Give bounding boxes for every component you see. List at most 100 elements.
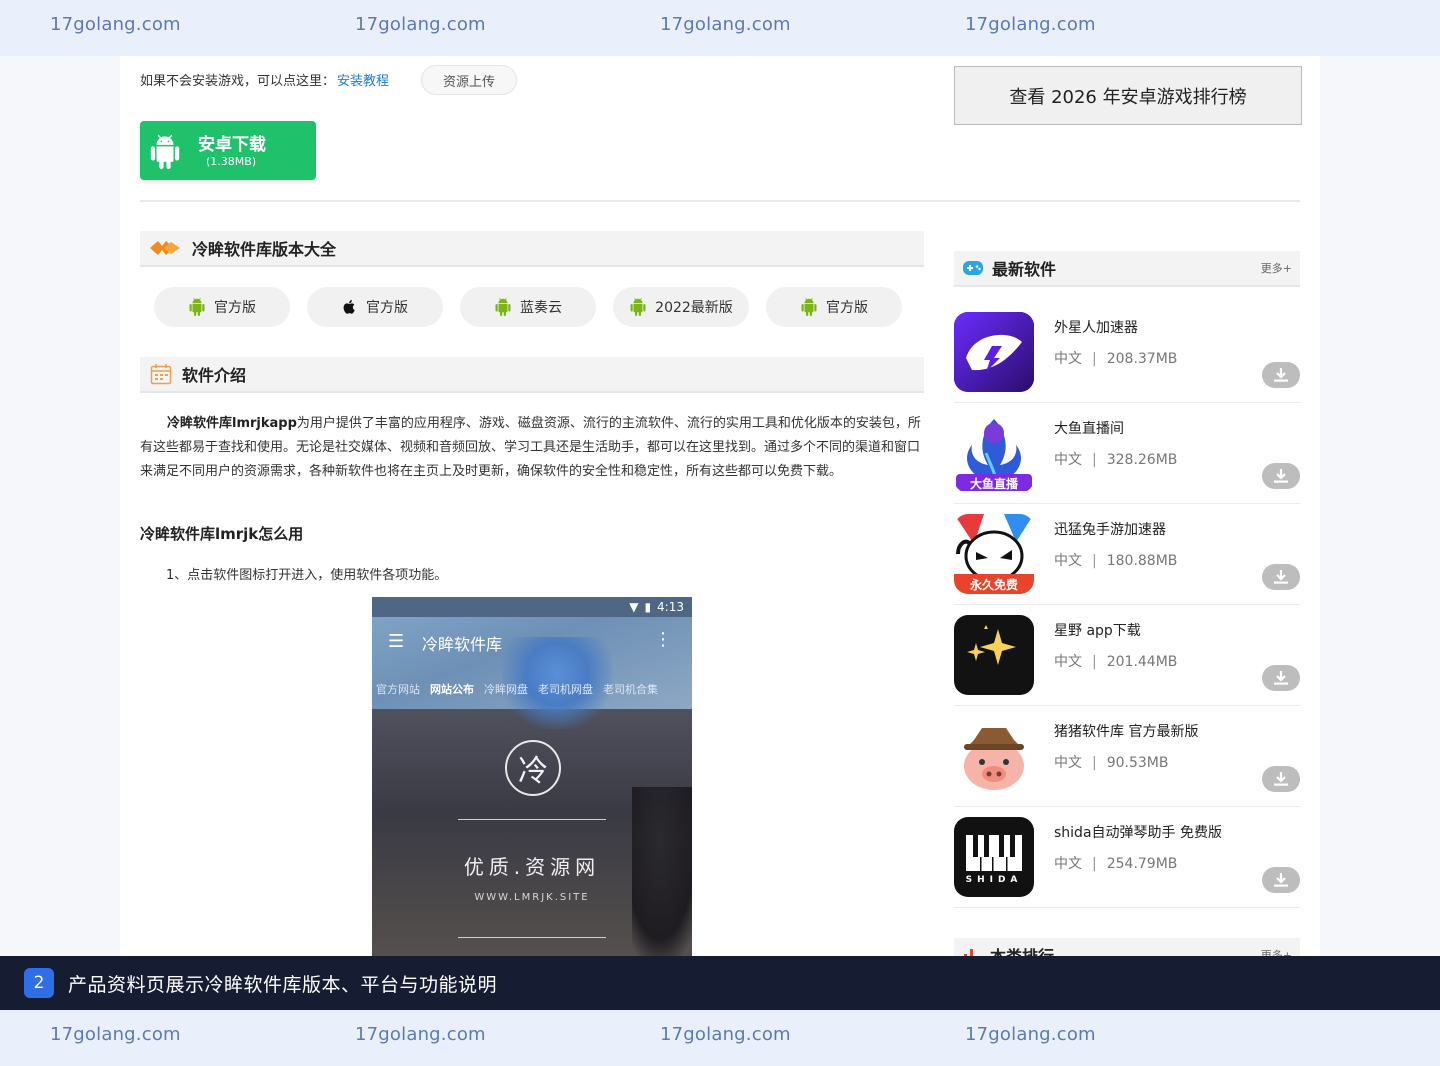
list-item[interactable]: 大鱼直播 大鱼直播间 中文 | 328.26MB bbox=[954, 403, 1300, 504]
android-icon bbox=[148, 135, 182, 173]
download-label: 安卓下载 bbox=[198, 135, 266, 155]
app-icon bbox=[954, 615, 1034, 695]
versions-icon bbox=[148, 238, 182, 258]
watermark-text: 17golang.com bbox=[965, 14, 1096, 35]
download-icon[interactable] bbox=[1262, 564, 1300, 590]
version-label: 官方版 bbox=[826, 300, 868, 316]
download-icon[interactable] bbox=[1262, 463, 1300, 489]
intro-bold-name: 冷眸软件库lmrjkapp bbox=[167, 416, 297, 431]
screenshot-tab: 老司机网盘 bbox=[538, 683, 593, 696]
versions-list: 官方版 官方版 蓝奏云 2022最新版 官方版 bbox=[154, 287, 902, 327]
screenshot-tab: 冷眸网盘 bbox=[484, 683, 528, 696]
gamepad-icon bbox=[962, 259, 984, 277]
app-size: 201.44MB bbox=[1106, 654, 1178, 670]
bar-chart-icon bbox=[962, 946, 982, 956]
version-pill[interactable]: 官方版 bbox=[154, 287, 290, 327]
version-pill[interactable]: 蓝奏云 bbox=[460, 287, 596, 327]
app-lang: 中文 bbox=[1054, 856, 1082, 872]
latest-section-header: 最新软件 更多+ bbox=[954, 251, 1300, 287]
app-lang: 中文 bbox=[1054, 452, 1082, 468]
version-label: 官方版 bbox=[214, 300, 256, 316]
resource-upload-button[interactable]: 资源上传 bbox=[421, 65, 517, 95]
download-icon[interactable] bbox=[1262, 867, 1300, 893]
android-icon bbox=[629, 298, 647, 316]
app-size: 254.79MB bbox=[1106, 856, 1178, 872]
app-icon bbox=[954, 312, 1034, 392]
app-icon: 永久免费 bbox=[954, 514, 1034, 594]
screenshot-seal: 冷 bbox=[505, 740, 561, 796]
divider bbox=[140, 200, 1300, 202]
app-name: 猪猪软件库 官方最新版 bbox=[1054, 724, 1199, 740]
watermark-text: 17golang.com bbox=[965, 1024, 1096, 1045]
screenshot-figure bbox=[632, 787, 692, 956]
version-pill[interactable]: 官方版 bbox=[766, 287, 902, 327]
screenshot-app-name: 冷眸软件库 bbox=[422, 635, 503, 654]
install-hint: 如果不会安装游戏，可以点这里： 安装教程 bbox=[140, 70, 389, 89]
app-meta: 中文 | 208.37MB bbox=[1054, 351, 1178, 367]
watermark-bar-top: 17golang.com 17golang.com 17golang.com 1… bbox=[0, 0, 1440, 56]
app-lang: 中文 bbox=[1054, 553, 1082, 569]
more-vert-icon: ⋮ bbox=[654, 629, 672, 650]
screenshot-rule bbox=[458, 819, 606, 820]
download-icon[interactable] bbox=[1262, 665, 1300, 691]
watermark-text: 17golang.com bbox=[660, 1024, 791, 1045]
app-icon-label: 永久免费 bbox=[969, 578, 1018, 592]
intro-section-header: 软件介绍 bbox=[140, 357, 924, 393]
howto-step: 1、点击软件图标打开进入，使用软件各项功能。 bbox=[166, 568, 448, 583]
version-pill[interactable]: 2022最新版 bbox=[613, 287, 749, 327]
latest-more-link[interactable]: 更多+ bbox=[1261, 260, 1292, 276]
install-tutorial-link[interactable]: 安装教程 bbox=[337, 70, 389, 89]
app-name: shida自动弹琴助手 免费版 bbox=[1054, 825, 1222, 841]
app-size: 90.53MB bbox=[1106, 755, 1169, 771]
app-icon: SHIDA bbox=[954, 817, 1034, 897]
app-meta: 中文 | 254.79MB bbox=[1054, 856, 1178, 872]
watermark-text: 17golang.com bbox=[355, 1024, 486, 1045]
list-item[interactable]: SHIDA shida自动弹琴助手 免费版 中文 | 254.79MB bbox=[954, 807, 1300, 908]
wifi-icon: ▼ bbox=[629, 600, 639, 614]
battery-icon: ▮ bbox=[644, 600, 652, 614]
app-size: 180.88MB bbox=[1106, 553, 1178, 569]
list-item[interactable]: 猪猪软件库 官方最新版 中文 | 90.53MB bbox=[954, 706, 1300, 807]
app-meta: 中文 | 328.26MB bbox=[1054, 452, 1178, 468]
app-meta: 中文 | 180.88MB bbox=[1054, 553, 1178, 569]
download-icon[interactable] bbox=[1262, 362, 1300, 388]
version-label: 官方版 bbox=[366, 300, 408, 316]
calendar-icon bbox=[150, 363, 172, 385]
screenshot-time: 4:13 bbox=[657, 600, 684, 614]
rank-more-link[interactable]: 更多+ bbox=[1261, 947, 1292, 956]
app-screenshot: ☰ 冷眸软件库 ⋮ ▼ ▮ 4:13 官方网站 网站公布 冷眸网盘 老司机网盘 … bbox=[372, 597, 692, 956]
screenshot-tab: 老司机合集 bbox=[603, 683, 658, 696]
menu-icon: ☰ bbox=[388, 631, 405, 652]
versions-section-header: 冷眸软件库版本大全 bbox=[140, 231, 924, 267]
caption-text: 产品资料页展示冷眸软件库版本、平台与功能说明 bbox=[68, 973, 498, 996]
list-item[interactable]: 星野 app下载 中文 | 201.44MB bbox=[954, 605, 1300, 706]
app-meta: 中文 | 201.44MB bbox=[1054, 654, 1178, 670]
download-icon[interactable] bbox=[1262, 766, 1300, 792]
versions-title: 冷眸软件库版本大全 bbox=[192, 240, 337, 259]
watermark-text: 17golang.com bbox=[355, 14, 486, 35]
caption-number-badge: 2 bbox=[24, 968, 54, 998]
app-name: 大鱼直播间 bbox=[1054, 421, 1124, 437]
list-item[interactable]: 外星人加速器 中文 | 208.37MB bbox=[954, 302, 1300, 403]
version-pill[interactable]: 官方版 bbox=[307, 287, 443, 327]
caption-bar: 2 产品资料页展示冷眸软件库版本、平台与功能说明 bbox=[0, 956, 1440, 1010]
app-icon-label: SHIDA bbox=[965, 875, 1023, 885]
ranking-button[interactable]: 查看 2026 年安卓游戏排行榜 bbox=[954, 66, 1302, 125]
app-icon: 大鱼直播 bbox=[954, 413, 1034, 493]
watermark-text: 17golang.com bbox=[660, 14, 791, 35]
android-icon bbox=[800, 298, 818, 316]
app-lang: 中文 bbox=[1054, 351, 1082, 367]
intro-title: 软件介绍 bbox=[182, 366, 247, 385]
app-name: 星野 app下载 bbox=[1054, 623, 1141, 639]
android-download-button[interactable]: 安卓下载 (1.38MB) bbox=[140, 121, 316, 180]
android-icon bbox=[188, 298, 206, 316]
app-name: 迅猛兔手游加速器 bbox=[1054, 522, 1166, 538]
screenshot-tab: 官方网站 bbox=[376, 683, 420, 696]
screenshot-rule bbox=[458, 937, 606, 938]
android-icon bbox=[494, 298, 512, 316]
watermark-bar-bottom: 17golang.com 17golang.com 17golang.com 1… bbox=[0, 1010, 1440, 1066]
screenshot-tab: 网站公布 bbox=[430, 683, 474, 696]
list-item[interactable]: 永久免费 迅猛兔手游加速器 中文 | 180.88MB bbox=[954, 504, 1300, 605]
install-hint-text: 如果不会安装游戏，可以点这里： bbox=[140, 74, 336, 89]
howto-title: 冷眸软件库lmrjk怎么用 bbox=[140, 525, 304, 543]
